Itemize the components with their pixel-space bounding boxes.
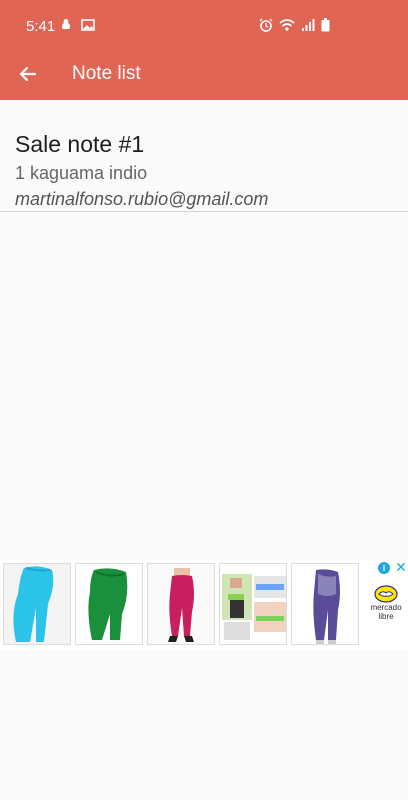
wifi-icon <box>279 18 295 37</box>
note-title: Sale note #1 <box>15 131 145 157</box>
notification-icon <box>59 18 73 37</box>
ad-banner[interactable] <box>0 560 408 650</box>
note-email: martinalfonso.rubio@gmail.com <box>15 189 269 209</box>
status-time: 5:41 <box>26 18 56 35</box>
info-icon[interactable]: i <box>378 562 390 574</box>
close-icon[interactable]: ✕ <box>394 560 408 574</box>
arrow-left-icon <box>19 66 37 82</box>
advertiser-name-line1: mercado <box>370 603 402 612</box>
status-left-icons <box>59 18 95 37</box>
status-right-icons <box>259 18 330 37</box>
ad-product-leggings-green[interactable] <box>75 563 143 645</box>
list-item-note[interactable]: Sale note #1 1 kaguama indio martinalfon… <box>0 100 408 212</box>
note-description: 1 kaguama indio <box>15 163 148 183</box>
screen: 5:41 Note list Sale note #1 1 kaguama in… <box>0 0 408 800</box>
ad-product-leggings-cyan[interactable] <box>3 563 71 645</box>
status-bar: 5:41 <box>0 0 408 48</box>
back-button[interactable] <box>10 56 46 92</box>
handshake-icon <box>374 585 398 603</box>
mercadolibre-logo[interactable]: mercado libre <box>364 585 408 625</box>
ad-product-sport-belt[interactable] <box>219 563 287 645</box>
advertiser-name-line2: libre <box>378 612 394 621</box>
image-icon <box>81 18 95 37</box>
ad-product-leggings-purple[interactable] <box>291 563 359 645</box>
battery-icon <box>321 18 330 37</box>
alarm-icon <box>259 18 273 37</box>
page-title: Note list <box>72 63 141 84</box>
app-bar: Note list <box>0 48 408 100</box>
signal-icon <box>301 18 315 37</box>
ad-product-leggings-magenta[interactable] <box>147 563 215 645</box>
